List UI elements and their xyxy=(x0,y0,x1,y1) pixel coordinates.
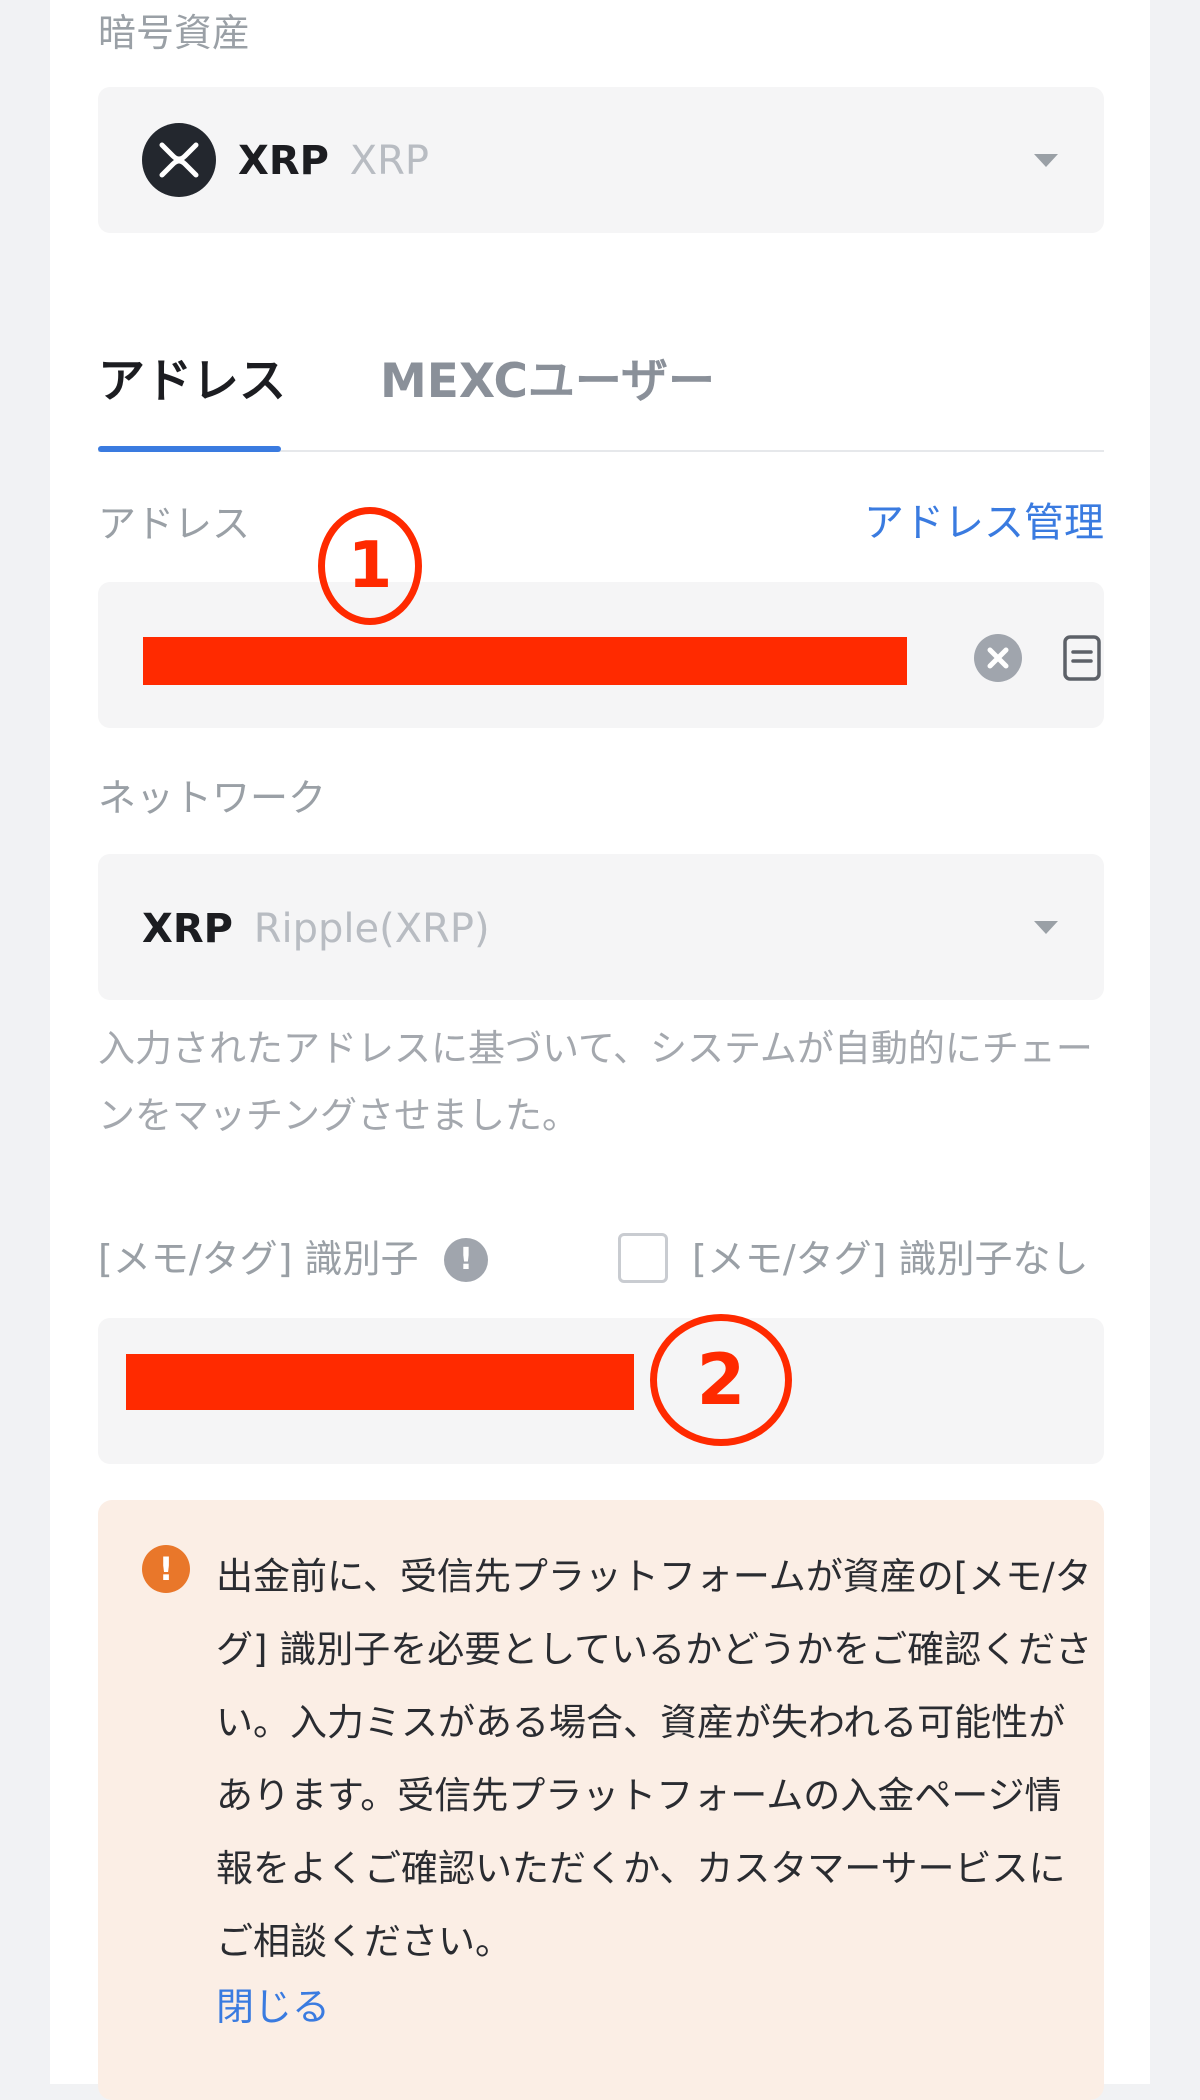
close-circle-icon[interactable] xyxy=(974,634,1022,682)
memo-redaction xyxy=(126,1354,634,1410)
annotation-circle-2: 2 xyxy=(650,1314,792,1446)
network-name: Ripple(XRP) xyxy=(253,906,490,952)
network-symbol: XRP xyxy=(142,906,233,952)
tab-active-indicator xyxy=(98,446,281,452)
exclamation-circle-icon[interactable]: ! xyxy=(444,1238,488,1282)
no-memo-label[interactable]: [メモ/タグ] 識別子なし xyxy=(692,1240,1089,1278)
address-manage-link[interactable]: アドレス管理 xyxy=(864,503,1104,543)
address-label: アドレス xyxy=(98,502,251,546)
warning-close-link[interactable]: 閉じる xyxy=(216,1988,330,2026)
asset-selector[interactable]: XRP XRP xyxy=(98,87,1104,233)
network-hint: 入力されたアドレスに基づいて、システムが自動的にチェーンをマッチングさせました。 xyxy=(98,1027,1093,1137)
network-label: ネットワーク xyxy=(98,776,327,820)
chevron-down-icon xyxy=(1034,154,1058,167)
chevron-down-icon xyxy=(1034,921,1058,934)
annotation-circle-1: 1 xyxy=(318,507,422,625)
xrp-logo-icon xyxy=(142,123,216,197)
tab-mexc-user[interactable]: MEXCユーザー xyxy=(380,358,715,405)
asset-symbol: XRP xyxy=(238,138,329,184)
asset-name: XRP xyxy=(349,138,430,184)
tab-address[interactable]: アドレス xyxy=(98,358,286,405)
warning-icon: ! xyxy=(142,1545,190,1593)
document-icon[interactable] xyxy=(1062,634,1102,682)
no-memo-checkbox[interactable] xyxy=(618,1233,668,1283)
withdraw-form: 暗号資産 XRP XRP アドレス MEXCユーザー アドレス アドレス管理 ネ… xyxy=(50,0,1150,2100)
asset-label: 暗号資産 xyxy=(98,11,251,55)
network-selector[interactable]: XRP Ripple(XRP) xyxy=(98,854,1104,1000)
address-redaction xyxy=(143,637,907,685)
warning-text: 出金前に、受信先プラットフォームが資産の[メモ/タグ] 識別子を必要としているか… xyxy=(216,1555,1093,1963)
memo-label: [メモ/タグ] 識別子 xyxy=(98,1237,419,1281)
